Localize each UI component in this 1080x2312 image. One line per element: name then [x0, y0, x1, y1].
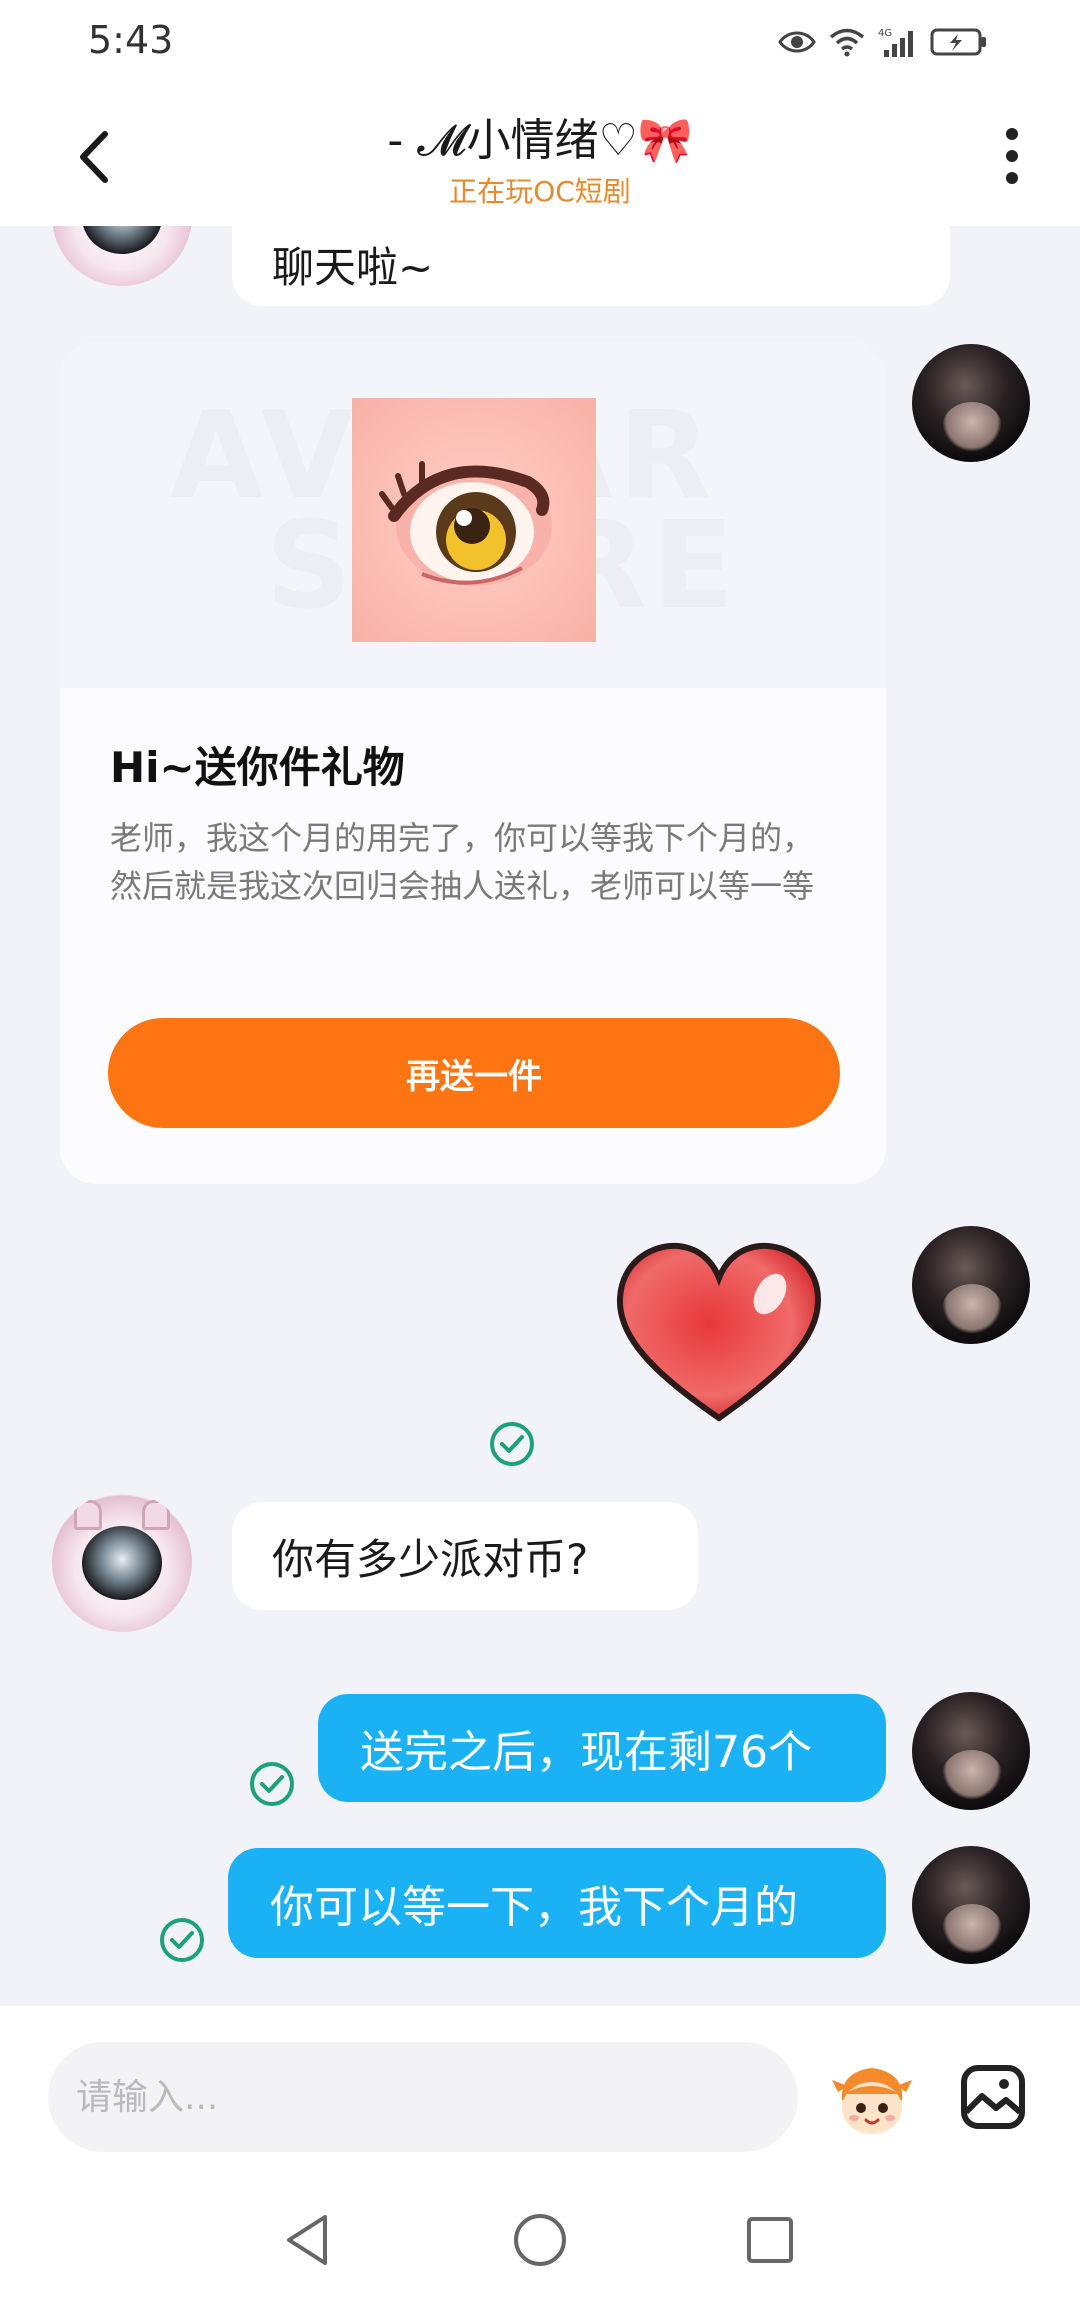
wifi-icon — [828, 27, 866, 57]
contact-avatar[interactable] — [52, 226, 192, 286]
message-text: 你有多少派对币? — [272, 1534, 589, 1584]
mascot-emoji-icon — [832, 2068, 912, 2134]
status-time: 5:43 — [88, 18, 174, 62]
status-bar: 5:43 4G — [0, 0, 1080, 84]
circle-home-icon — [514, 2214, 566, 2266]
more-dot-icon — [1006, 128, 1018, 140]
gift-title: Hi~送你件礼物 — [110, 743, 405, 792]
network-label: 4G — [878, 28, 892, 39]
chat-message-list[interactable]: 聊天啦~ AVATAR STORE Hi~送你件礼物 — [0, 226, 1080, 2006]
more-dot-icon — [1006, 172, 1018, 184]
sent-check-icon — [250, 1762, 294, 1806]
eye-icon — [778, 29, 816, 55]
battery-icon — [930, 27, 988, 57]
more-options-button[interactable] — [992, 124, 1032, 188]
sent-check-icon — [160, 1918, 204, 1962]
gift-description: 老师，我这个月的用完了，你可以等我下个月的，然后就是我这次回归会抽人送礼，老师可… — [110, 819, 815, 905]
message-text: 你可以等一下，我下个月的 — [270, 1882, 798, 1933]
avatar-ear — [142, 1500, 170, 1530]
my-avatar[interactable] — [912, 1692, 1030, 1810]
sent-check-icon — [490, 1422, 534, 1466]
nav-home-button[interactable] — [510, 2210, 570, 2270]
more-dot-icon — [1006, 150, 1018, 162]
my-avatar[interactable] — [912, 1846, 1030, 1964]
square-recents-icon — [747, 2217, 793, 2263]
message-text: 送完之后，现在剩76个 — [360, 1727, 812, 1778]
avatar-face — [82, 1526, 162, 1600]
my-avatar[interactable] — [912, 344, 1030, 462]
message-bubble-received[interactable]: 聊天啦~ — [232, 226, 950, 306]
nav-back-button[interactable] — [278, 2210, 338, 2270]
message-bubble-sent[interactable]: 送完之后，现在剩76个 — [318, 1694, 886, 1802]
triangle-back-icon — [287, 2215, 327, 2265]
message-text: 聊天啦~ — [272, 242, 434, 292]
message-input[interactable] — [48, 2042, 798, 2152]
signal-icon: 4G — [878, 26, 918, 58]
image-picker-button[interactable] — [960, 2064, 1026, 2130]
gift-preview-area: AVATAR STORE — [60, 342, 886, 688]
anime-eye-icon — [379, 461, 552, 586]
status-icons: 4G — [778, 20, 988, 64]
gift-card[interactable]: AVATAR STORE Hi~送你件礼物 老师，我这个月的用完了，你可以等我下… — [60, 342, 886, 1184]
emoji-button[interactable] — [830, 2058, 914, 2142]
contact-name[interactable]: - 𝓜小情绪♡🎀 — [0, 104, 1080, 168]
avatar-face — [82, 226, 162, 254]
nav-recents-button[interactable] — [740, 2210, 800, 2270]
avatar-ear — [74, 1500, 102, 1530]
message-bubble-received[interactable]: 你有多少派对币? — [232, 1502, 698, 1610]
contact-status: 正在玩OC短剧 — [449, 175, 631, 208]
gift-item-image[interactable] — [352, 398, 596, 642]
heart-icon — [616, 1242, 822, 1422]
contact-avatar[interactable] — [52, 1492, 192, 1632]
message-bubble-sent[interactable]: 你可以等一下，我下个月的 — [228, 1848, 886, 1958]
system-nav-bar — [0, 2166, 1080, 2312]
message-input-bar — [0, 2006, 1080, 2166]
send-another-gift-button[interactable]: 再送一件 — [108, 1018, 840, 1128]
chat-header: - 𝓜小情绪♡🎀 正在玩OC短剧 — [0, 84, 1080, 226]
heart-sticker[interactable] — [612, 1238, 826, 1426]
my-avatar[interactable] — [912, 1226, 1030, 1344]
image-icon — [961, 2065, 1025, 2129]
